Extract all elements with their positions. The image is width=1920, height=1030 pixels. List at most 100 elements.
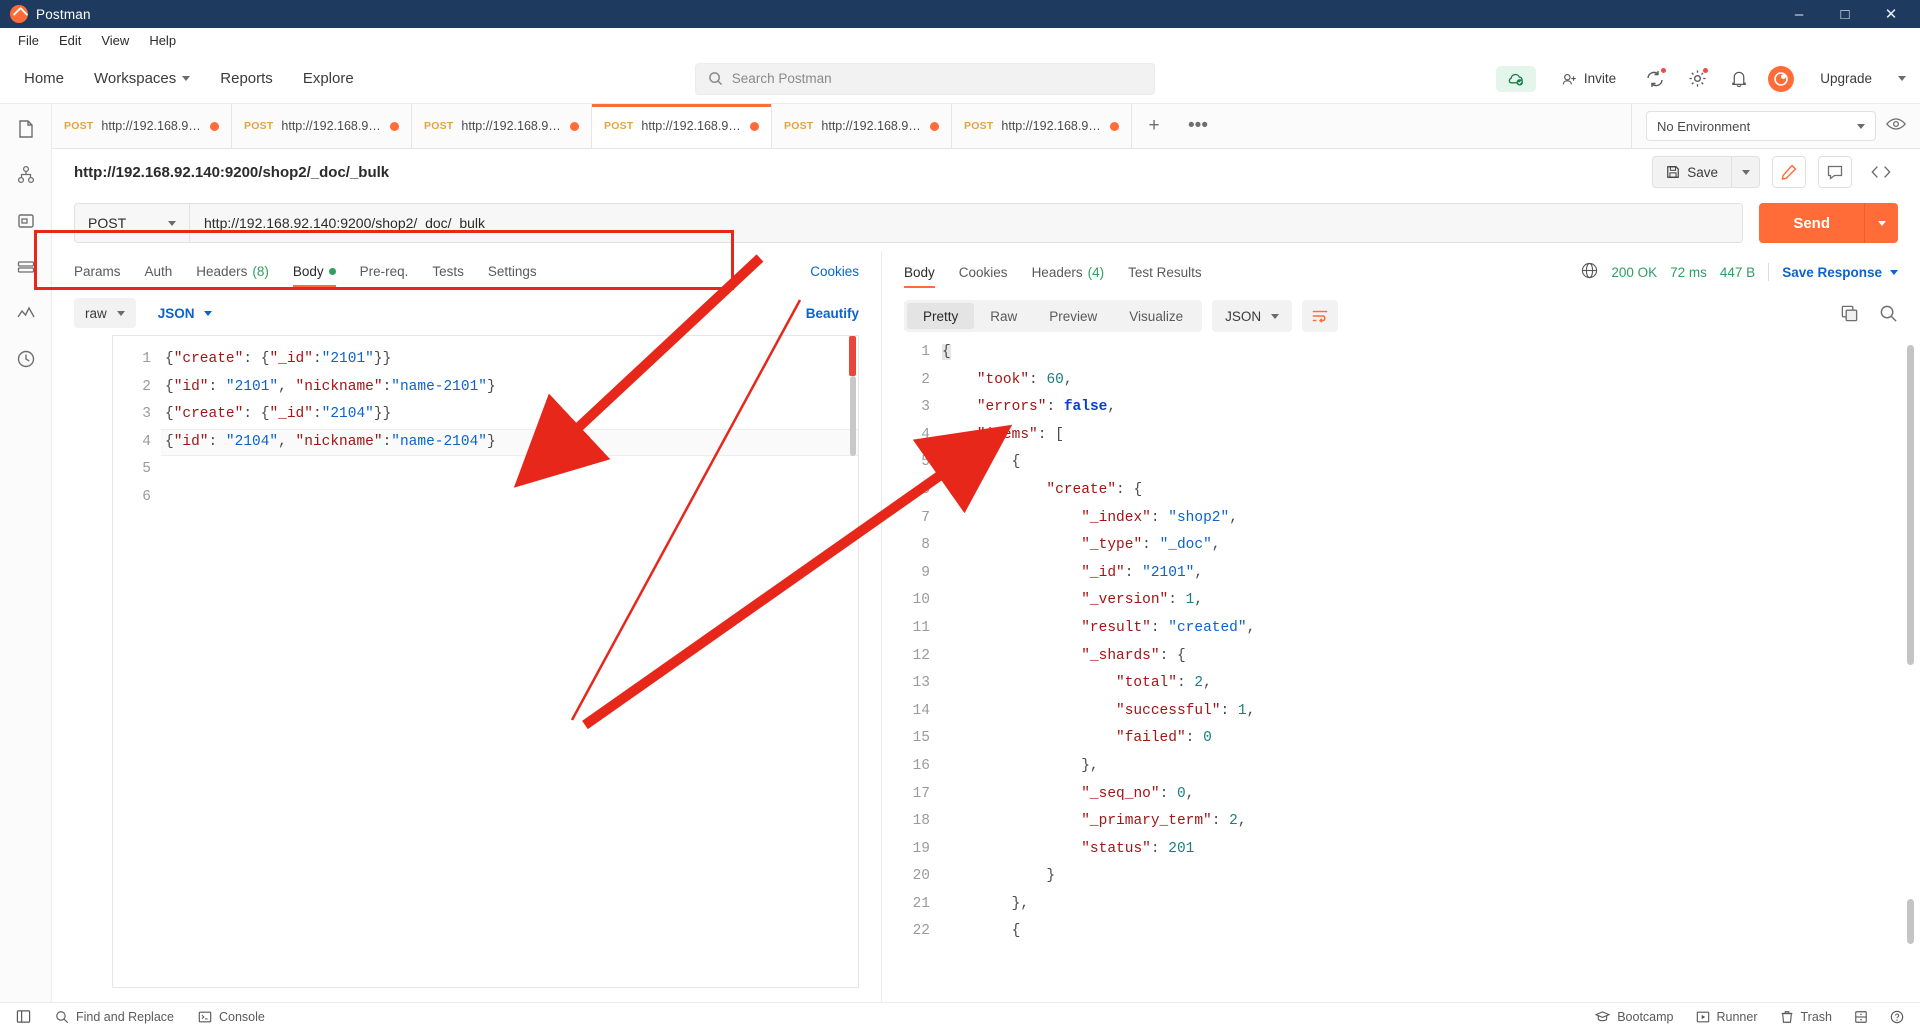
request-tab[interactable]: POST http://192.168.92.... [52, 104, 232, 148]
code-line[interactable]: "_primary_term": 2, [942, 808, 1920, 836]
url-input[interactable]: http://192.168.92.140:9200/shop2/_doc/_b… [189, 203, 1744, 243]
response-scrollbar[interactable] [1907, 345, 1914, 665]
request-code-area[interactable]: {"create": {"_id":"2101"}} {"id": "2101",… [161, 336, 858, 987]
trash-button[interactable]: Trash [1780, 1010, 1832, 1024]
response-search-button[interactable] [1879, 304, 1898, 328]
edit-button[interactable] [1772, 156, 1806, 188]
bootcamp-button[interactable]: Bootcamp [1595, 1010, 1674, 1024]
editor-scrollbar[interactable] [850, 376, 856, 456]
code-line[interactable]: }, [942, 891, 1920, 919]
response-tab-cookies[interactable]: Cookies [959, 252, 1008, 292]
menu-help[interactable]: Help [139, 31, 186, 50]
code-line[interactable]: "items": [ [942, 422, 1920, 450]
request-tab[interactable]: POST http://192.168.92.... [412, 104, 592, 148]
menu-file[interactable]: File [8, 31, 49, 50]
search-input[interactable]: Search Postman [694, 62, 1155, 95]
save-response-button[interactable]: Save Response [1782, 265, 1898, 280]
response-body[interactable]: 1 2 3 4 5 6 7 8 9 10 11 12 13 14 15 16 17 18 19 20 21 22 { "t… [882, 339, 1920, 1002]
sync-status-button[interactable] [1495, 65, 1536, 92]
upgrade-button[interactable]: Upgrade [1810, 66, 1882, 91]
code-line[interactable]: "_type": "_doc", [942, 532, 1920, 560]
nav-workspaces[interactable]: Workspaces [94, 70, 191, 87]
history-icon[interactable] [15, 348, 37, 370]
code-line[interactable]: "took": 60, [942, 367, 1920, 395]
code-line[interactable]: "_seq_no": 0, [942, 781, 1920, 809]
tab-options-button[interactable]: ••• [1176, 104, 1220, 148]
maximize-button[interactable]: □ [1822, 0, 1868, 28]
code-line[interactable]: "create": { [942, 477, 1920, 505]
nav-home[interactable]: Home [24, 70, 64, 87]
code-line[interactable] [161, 484, 858, 512]
code-line[interactable]: {"id": "2104", "nickname":"name-2104"} [161, 428, 858, 456]
subtab-auth[interactable]: Auth [145, 251, 173, 291]
subtab-headers[interactable]: Headers (8) [196, 251, 269, 291]
request-tab-active[interactable]: POST http://192.168.92.... [592, 104, 772, 148]
code-line[interactable]: { [942, 339, 1920, 367]
send-options-button[interactable] [1864, 203, 1898, 243]
new-tab-button[interactable]: + [1132, 104, 1176, 148]
response-tab-body[interactable]: Body [904, 252, 935, 292]
subtab-body[interactable]: Body [292, 251, 336, 291]
code-snippet-button[interactable] [1864, 156, 1898, 188]
menu-view[interactable]: View [91, 31, 139, 50]
nav-explore[interactable]: Explore [303, 70, 354, 87]
subtab-settings[interactable]: Settings [488, 251, 537, 291]
code-line[interactable]: {"id": "2101", "nickname":"name-2101"} [161, 374, 858, 402]
avatar[interactable] [1768, 65, 1795, 92]
notifications-button[interactable] [1726, 66, 1752, 92]
minimize-button[interactable]: – [1776, 0, 1822, 28]
response-tab-headers[interactable]: Headers (4) [1032, 252, 1105, 292]
environments-icon[interactable] [15, 210, 37, 232]
body-mode-select[interactable]: raw [74, 298, 136, 328]
subtab-prerequest[interactable]: Pre-req. [360, 251, 409, 291]
code-line[interactable]: {"create": {"_id":"2101"}} [161, 346, 858, 374]
code-line[interactable]: { [942, 918, 1920, 946]
code-line[interactable]: "_index": "shop2", [942, 505, 1920, 533]
code-line[interactable]: "errors": false, [942, 394, 1920, 422]
comment-button[interactable] [1818, 156, 1852, 188]
response-code-area[interactable]: { "took": 60, "errors": false, "items": … [942, 339, 1920, 1002]
console-button[interactable]: Console [198, 1010, 265, 1024]
code-line[interactable]: {"create": {"_id":"2104"}} [161, 401, 858, 429]
request-cookies-link[interactable]: Cookies [810, 264, 859, 279]
runner-button[interactable]: Runner [1696, 1010, 1758, 1024]
find-and-replace-button[interactable]: Find and Replace [55, 1010, 174, 1024]
sync-arrows-button[interactable] [1642, 66, 1668, 92]
response-format-select[interactable]: JSON [1212, 300, 1293, 332]
collections-icon[interactable] [15, 118, 37, 140]
monitors-icon[interactable] [15, 302, 37, 324]
code-line[interactable] [161, 456, 858, 484]
request-tab[interactable]: POST http://192.168.92.... [232, 104, 412, 148]
wrap-lines-button[interactable] [1302, 300, 1339, 332]
sidebar-toggle-button[interactable] [16, 1009, 31, 1024]
request-body-editor[interactable]: 123456 {"create": {"_id":"2101"}} {"id": … [112, 335, 859, 988]
settings-button[interactable] [1684, 66, 1710, 92]
response-scrollbar-lower[interactable] [1907, 899, 1914, 944]
view-mode-preview[interactable]: Preview [1033, 303, 1113, 329]
code-line[interactable]: "failed": 0 [942, 725, 1920, 753]
apis-icon[interactable] [15, 164, 37, 186]
header-chevron-down-icon[interactable] [1898, 76, 1906, 81]
environment-select[interactable]: No Environment [1646, 111, 1876, 141]
view-mode-visualize[interactable]: Visualize [1113, 303, 1199, 329]
body-format-select[interactable]: JSON [158, 306, 212, 321]
code-line[interactable]: { [942, 449, 1920, 477]
code-line[interactable]: "_id": "2101", [942, 560, 1920, 588]
mock-servers-icon[interactable] [15, 256, 37, 278]
invite-button[interactable]: Invite [1552, 66, 1626, 91]
view-mode-pretty[interactable]: Pretty [907, 303, 975, 329]
save-options-button[interactable] [1732, 156, 1760, 188]
close-button[interactable]: ✕ [1868, 0, 1914, 28]
code-line[interactable]: "successful": 1, [942, 698, 1920, 726]
code-line[interactable]: }, [942, 753, 1920, 781]
copy-button[interactable] [1840, 304, 1859, 328]
layout-button[interactable] [1854, 1010, 1868, 1024]
method-select[interactable]: POST [74, 203, 189, 243]
code-line[interactable]: "_version": 1, [942, 587, 1920, 615]
request-tab[interactable]: POST http://192.168.92.... [772, 104, 952, 148]
subtab-params[interactable]: Params [74, 251, 121, 291]
code-line[interactable]: "status": 201 [942, 836, 1920, 864]
nav-reports[interactable]: Reports [220, 70, 273, 87]
request-tab[interactable]: POST http://192.168.92.... [952, 104, 1132, 148]
menu-edit[interactable]: Edit [49, 31, 91, 50]
